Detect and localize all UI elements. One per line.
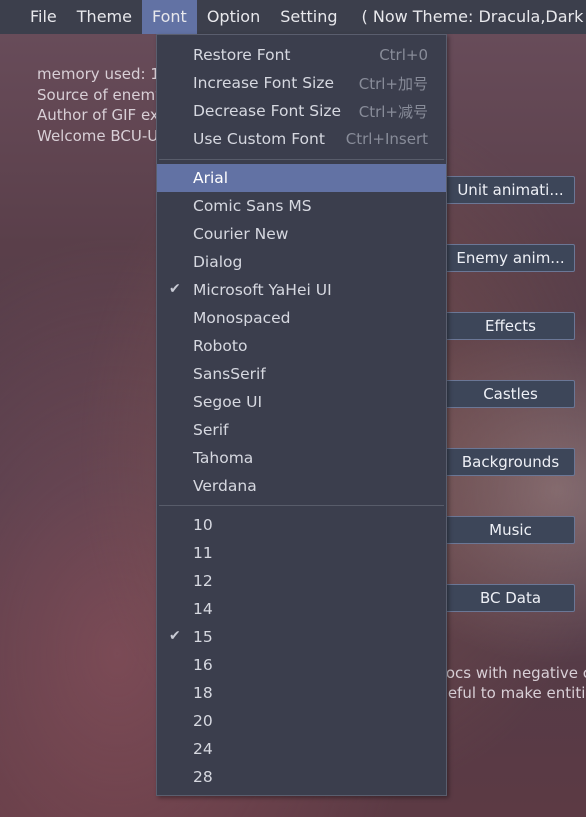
menu-file[interactable]: File (20, 0, 67, 34)
font-item-roboto[interactable]: Roboto (157, 332, 446, 360)
menu-item-label: Verdana (193, 477, 257, 495)
effects-button[interactable]: Effects (436, 312, 575, 340)
font-item-verdana[interactable]: Verdana (157, 472, 446, 500)
info-line: Author of GIF ex (37, 106, 159, 124)
menu-item-label: Tahoma (193, 449, 254, 467)
current-theme-label: ( Now Theme: Dracula,Dark ) (361, 7, 586, 26)
menu-bar: File Theme Font Option Setting ( Now The… (0, 0, 586, 34)
menu-item-label: SansSerif (193, 365, 266, 383)
unit-animation-button[interactable]: Unit animati... (436, 176, 575, 204)
font-item-arial[interactable]: Arial (157, 164, 446, 192)
menu-item-label: Arial (193, 169, 229, 187)
font-item-monospaced[interactable]: Monospaced (157, 304, 446, 332)
menu-item-shortcut: Ctrl+减号 (358, 102, 428, 121)
font-size-item-24[interactable]: 24 (157, 735, 446, 763)
menu-item-label: 16 (193, 656, 213, 674)
font-size-item-11[interactable]: 11 (157, 539, 446, 567)
menu-item-shortcut: Ctrl+0 (379, 46, 428, 64)
enemy-animation-button[interactable]: Enemy anim... (436, 244, 575, 272)
font-item-tahoma[interactable]: Tahoma (157, 444, 446, 472)
use-custom-font-item[interactable]: Use Custom Font Ctrl+Insert (157, 125, 446, 153)
menu-item-label: Decrease Font Size (193, 102, 342, 120)
font-item-courier-new[interactable]: Courier New (157, 220, 446, 248)
font-size-item-20[interactable]: 20 (157, 707, 446, 735)
menu-item-label: 12 (193, 572, 213, 590)
menu-item-label: Restore Font (193, 46, 291, 64)
menu-setting[interactable]: Setting (270, 0, 347, 34)
font-item-segoe-ui[interactable]: Segoe UI (157, 388, 446, 416)
font-item-comic-sans-ms[interactable]: Comic Sans MS (157, 192, 446, 220)
menu-item-label: 20 (193, 712, 213, 730)
menu-item-label: Comic Sans MS (193, 197, 312, 215)
info-line: memory used: 1 (37, 65, 160, 83)
checkmark-icon: ✔ (169, 281, 181, 297)
menu-separator (159, 505, 444, 506)
decrease-font-size-item[interactable]: Decrease Font Size Ctrl+减号 (157, 97, 446, 125)
font-item-serif[interactable]: Serif (157, 416, 446, 444)
restore-font-item[interactable]: Restore Font Ctrl+0 (157, 41, 446, 69)
castles-button[interactable]: Castles (436, 380, 575, 408)
info-text-block-right: rocs with negative c seful to make entit… (440, 663, 586, 703)
backgrounds-button[interactable]: Backgrounds (436, 448, 575, 476)
checkmark-icon: ✔ (169, 628, 181, 644)
font-size-item-15[interactable]: ✔ 15 (157, 623, 446, 651)
menu-font[interactable]: Font (141, 0, 197, 34)
menu-item-label: Segoe UI (193, 393, 263, 411)
font-size-item-16[interactable]: 16 (157, 651, 446, 679)
music-button[interactable]: Music (436, 516, 575, 544)
menu-item-label: Monospaced (193, 309, 291, 327)
font-size-item-12[interactable]: 12 (157, 567, 446, 595)
menu-item-label: Serif (193, 421, 229, 439)
menu-item-label: Microsoft YaHei UI (193, 281, 332, 299)
menu-item-label: Roboto (193, 337, 248, 355)
font-size-item-14[interactable]: 14 (157, 595, 446, 623)
increase-font-size-item[interactable]: Increase Font Size Ctrl+加号 (157, 69, 446, 97)
font-size-item-10[interactable]: 10 (157, 511, 446, 539)
menu-separator (159, 159, 444, 160)
menu-item-label: Courier New (193, 225, 289, 243)
font-size-item-28[interactable]: 28 (157, 763, 446, 791)
menu-item-shortcut: Ctrl+Insert (345, 130, 428, 148)
info-line: rocs with negative c (440, 664, 586, 682)
menu-item-label: 14 (193, 600, 213, 618)
menu-item-label: 18 (193, 684, 213, 702)
font-item-sansserif[interactable]: SansSerif (157, 360, 446, 388)
font-size-item-18[interactable]: 18 (157, 679, 446, 707)
menu-option[interactable]: Option (197, 0, 270, 34)
info-line: Welcome BCU-U (37, 126, 159, 145)
menu-item-label: 15 (193, 628, 213, 646)
menu-item-label: Dialog (193, 253, 243, 271)
font-menu-dropdown: Restore Font Ctrl+0 Increase Font Size C… (156, 34, 447, 796)
menu-item-label: Use Custom Font (193, 130, 325, 148)
menu-theme[interactable]: Theme (67, 0, 142, 34)
menu-item-label: Increase Font Size (193, 74, 335, 92)
menu-item-label: 24 (193, 740, 213, 758)
font-item-dialog[interactable]: Dialog (157, 248, 446, 276)
info-text-block: memory used: 1 Source of enemy Author of… (37, 64, 164, 146)
menu-item-label: 10 (193, 516, 213, 534)
info-line: Source of enemy (37, 85, 164, 104)
menu-item-label: 11 (193, 544, 213, 562)
font-item-microsoft-yahei-ui[interactable]: ✔ Microsoft YaHei UI (157, 276, 446, 304)
menu-item-shortcut: Ctrl+加号 (358, 74, 428, 93)
info-line: seful to make entiti (440, 684, 586, 702)
bc-data-button[interactable]: BC Data (436, 584, 575, 612)
menu-item-label: 28 (193, 768, 213, 786)
